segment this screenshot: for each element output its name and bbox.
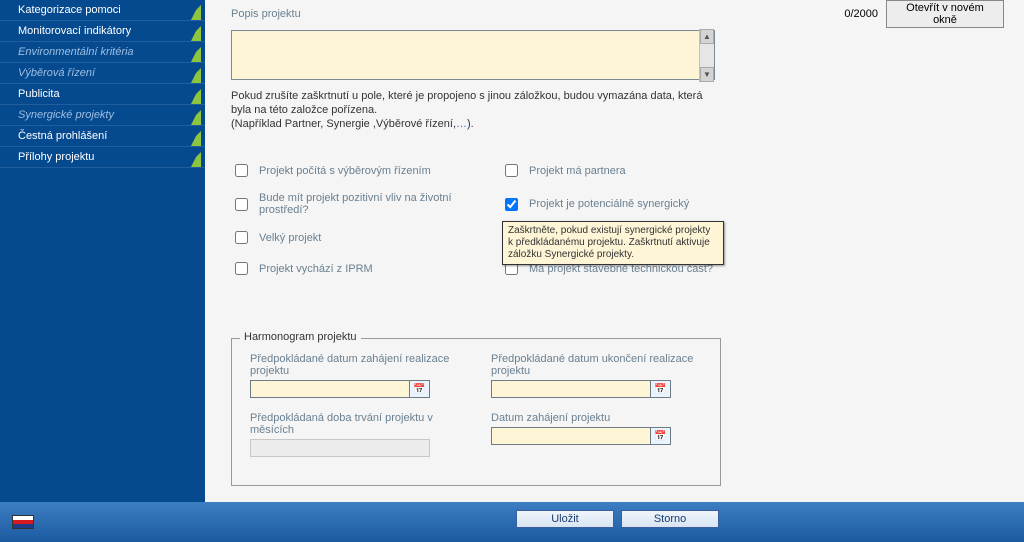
main-content: Popis projektu 0/2000 Otevřít v novém ok…: [205, 0, 1024, 502]
sidebar-item-environmentalni[interactable]: Environmentální kritéria: [0, 42, 205, 63]
sidebar-label: Monitorovací indikátory: [18, 25, 131, 37]
end-date-label: Předpokládané datum ukončení realizace p…: [491, 353, 702, 377]
scroll-up-icon[interactable]: ▲: [700, 29, 714, 44]
sidebar-item-prilohy[interactable]: Přílohy projektu: [0, 147, 205, 168]
checkbox[interactable]: [505, 198, 518, 211]
actual-start-input[interactable]: [491, 427, 651, 445]
actual-start-label: Datum zahájení projektu: [491, 412, 702, 424]
description-textarea[interactable]: [231, 30, 715, 80]
chk-zivotni-prostredi[interactable]: Bude mít projekt pozitivní vliv na život…: [231, 192, 501, 216]
save-button[interactable]: Uložit: [516, 510, 614, 528]
sidebar-label: Čestná prohlášení: [18, 130, 107, 142]
checkbox[interactable]: [235, 262, 248, 275]
chk-velky-projekt[interactable]: Velký projekt: [231, 228, 501, 247]
duration-label: Předpokládaná doba trvání projektu v měs…: [250, 412, 461, 436]
duration-input[interactable]: [250, 439, 430, 457]
checkbox-grid: Projekt počítá s výběrovým řízením Proje…: [231, 161, 1004, 278]
sidebar-label: Přílohy projektu: [18, 151, 94, 163]
sidebar-item-publicita[interactable]: Publicita: [0, 84, 205, 105]
chk-partner[interactable]: Projekt má partnera: [501, 161, 761, 180]
sidebar-item-kategorizace[interactable]: Kategorizace pomoci: [0, 0, 205, 21]
checkbox[interactable]: [235, 231, 248, 244]
sidebar-item-synergicke[interactable]: Synergické projekty: [0, 105, 205, 126]
sidebar-label: Výběrová řízení: [18, 67, 95, 79]
cancel-button[interactable]: Storno: [621, 510, 719, 528]
sidebar-item-cestna[interactable]: Čestná prohlášení: [0, 126, 205, 147]
sidebar-item-monitorovaci[interactable]: Monitorovací indikátory: [0, 21, 205, 42]
char-counter: 0/2000: [844, 8, 878, 20]
warning-note: Pokud zrušíte zaškrtnutí u pole, které j…: [231, 89, 721, 131]
checkbox[interactable]: [505, 164, 518, 177]
harmonogram-fieldset: Harmonogram projektu Předpokládané datum…: [231, 338, 721, 486]
scrollbar[interactable]: ▲ ▼: [699, 29, 714, 82]
calendar-icon[interactable]: 📅: [651, 427, 671, 445]
calendar-icon[interactable]: 📅: [651, 380, 671, 398]
sidebar-label: Kategorizace pomoci: [18, 4, 121, 16]
end-date-input[interactable]: [491, 380, 651, 398]
open-new-window-button[interactable]: Otevřít v novém okně: [886, 0, 1004, 28]
start-date-label: Předpokládané datum zahájení realizace p…: [250, 353, 461, 377]
checkbox[interactable]: [235, 164, 248, 177]
chk-vyberove-rizeni[interactable]: Projekt počítá s výběrovým řízením: [231, 161, 501, 180]
chk-synergicky[interactable]: Projekt je potenciálně synergický: [501, 192, 761, 216]
sidebar-label: Environmentální kritéria: [18, 46, 134, 58]
sidebar-item-vyberova[interactable]: Výběrová řízení: [0, 63, 205, 84]
start-date-input[interactable]: [250, 380, 410, 398]
flag-icon[interactable]: [12, 515, 34, 529]
checkbox[interactable]: [235, 198, 248, 211]
sidebar: Kategorizace pomoci Monitorovací indikát…: [0, 0, 205, 502]
calendar-icon[interactable]: 📅: [410, 380, 430, 398]
tooltip: Zaškrtněte, pokud existují synergické pr…: [502, 221, 724, 265]
sidebar-label: Publicita: [18, 88, 60, 100]
chk-iprm[interactable]: Projekt vychází z IPRM: [231, 259, 501, 278]
description-label: Popis projektu: [231, 8, 301, 20]
scroll-down-icon[interactable]: ▼: [700, 67, 714, 82]
sidebar-label: Synergické projekty: [18, 109, 114, 121]
fieldset-legend: Harmonogram projektu: [240, 331, 361, 343]
